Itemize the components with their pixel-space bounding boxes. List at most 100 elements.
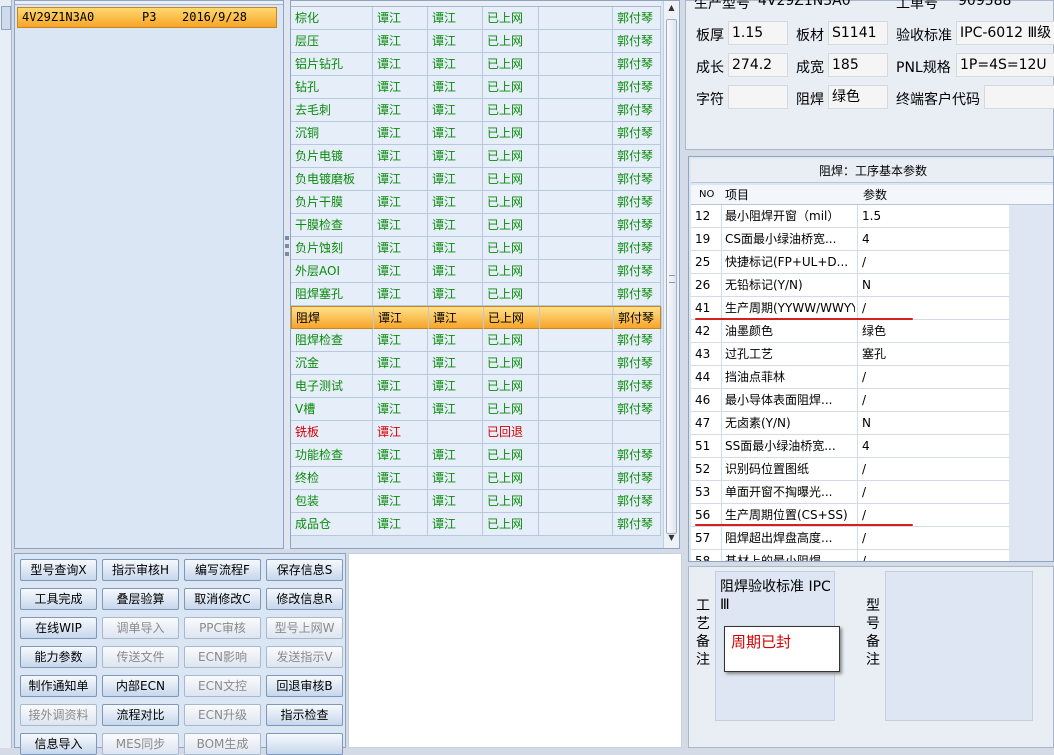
process-row[interactable]: 钻孔 谭江 谭江 已上网 郭付琴	[291, 76, 661, 99]
action-button-1[interactable]: 指示审核H	[102, 559, 179, 581]
param-row[interactable]: 43 过孔工艺 塞孔	[691, 343, 1009, 366]
action-button-25[interactable]: MES同步	[102, 733, 179, 755]
param-no: 12	[695, 209, 711, 223]
process-engineer: 谭江	[373, 237, 428, 259]
craft-notes-text: 阻焊验收标准 IPC Ⅲ	[720, 579, 831, 613]
action-button-15[interactable]: 发送指示V	[266, 646, 343, 668]
process-row[interactable]: 层压 谭江 谭江 已上网 郭付琴	[291, 30, 661, 53]
process-row[interactable]: V槽 谭江 谭江 已上网 郭付琴	[291, 398, 661, 421]
process-row[interactable]: 电子测试 谭江 谭江 已上网 郭付琴	[291, 375, 661, 398]
process-extra	[539, 99, 613, 121]
param-row[interactable]: 41 生产周期(YYWW/WWYY) /	[691, 297, 1009, 320]
process-row[interactable]: 外层AOI 谭江 谭江 已上网 郭付琴	[291, 260, 661, 283]
process-engineer: 谭江	[373, 513, 428, 535]
material-field[interactable]: S1141	[828, 21, 888, 45]
process-row[interactable]: 包装 谭江 谭江 已上网 郭付琴	[291, 490, 661, 513]
width-field[interactable]: 185	[828, 53, 888, 77]
action-button-10[interactable]: PPC审核	[184, 617, 261, 639]
length-field[interactable]: 274.2	[728, 53, 788, 77]
param-row[interactable]: 44 挡油点菲林 /	[691, 366, 1009, 389]
process-row[interactable]: 铝片钻孔 谭江 谭江 已上网 郭付琴	[291, 53, 661, 76]
process-engineer: 谭江	[373, 53, 428, 75]
action-button-21[interactable]: 流程对比	[102, 704, 179, 726]
standard-field[interactable]: IPC-6012 Ⅲ级	[956, 21, 1054, 45]
process-row[interactable]: 沉金 谭江 谭江 已上网 郭付琴	[291, 352, 661, 375]
param-row[interactable]: 47 无卤素(Y/N) N	[691, 412, 1009, 435]
process-row[interactable]: 功能检查 谭江 谭江 已上网 郭付琴	[291, 444, 661, 467]
action-button-23[interactable]: 指示检查	[266, 704, 343, 726]
action-button-3[interactable]: 保存信息S	[266, 559, 343, 581]
char-field[interactable]	[728, 85, 788, 109]
prod-model-value: 4V29Z1N3A0	[758, 0, 851, 9]
action-button-11[interactable]: 型号上网W	[266, 617, 343, 639]
param-row[interactable]: 12 最小阻焊开窗（mil） 1.5	[691, 205, 1009, 228]
param-row[interactable]: 57 阻焊超出焊盘高度... /	[691, 527, 1009, 550]
param-row[interactable]: 52 识别码位置图纸 /	[691, 458, 1009, 481]
action-button-8[interactable]: 在线WIP	[20, 617, 97, 639]
param-row[interactable]: 46 最小导体表面阻焊... /	[691, 389, 1009, 412]
process-row[interactable]: 负电镀磨板 谭江 谭江 已上网 郭付琴	[291, 168, 661, 191]
process-row[interactable]: 铣板 谭江 已回退	[291, 421, 661, 444]
process-row[interactable]: 干膜检查 谭江 谭江 已上网 郭付琴	[291, 214, 661, 237]
param-row[interactable]: 51 SS面最小绿油桥宽... 4	[691, 435, 1009, 458]
process-step: 去毛刺	[291, 99, 373, 121]
action-button-27[interactable]	[266, 733, 343, 755]
action-button-22[interactable]: ECN升级	[184, 704, 261, 726]
process-row[interactable]: 负片蚀刻 谭江 谭江 已上网 郭付琴	[291, 237, 661, 260]
action-button-20[interactable]: 接外调资料	[20, 704, 97, 726]
param-no: 42	[695, 324, 711, 338]
action-button-4[interactable]: 工具完成	[20, 588, 97, 610]
collapse-toggle-button[interactable]	[1, 6, 11, 30]
action-button-16[interactable]: 制作通知单	[20, 675, 97, 697]
action-button-12[interactable]: 能力参数	[20, 646, 97, 668]
param-row[interactable]: 25 快捷标记(FP+UL+D... /	[691, 251, 1009, 274]
action-button-9[interactable]: 调单导入	[102, 617, 179, 639]
process-owner: 郭付琴	[613, 490, 661, 512]
action-button-0[interactable]: 型号查询X	[20, 559, 97, 581]
action-button-7[interactable]: 修改信息R	[266, 588, 343, 610]
process-extra	[539, 237, 613, 259]
process-owner: 郭付琴	[613, 237, 661, 259]
process-scrollbar[interactable]: ▲ ▼	[663, 1, 679, 548]
param-row[interactable]: 53 单面开窗不掏曝光... /	[691, 481, 1009, 504]
process-row[interactable]: 终检 谭江 谭江 已上网 郭付琴	[291, 467, 661, 490]
action-button-2[interactable]: 编写流程F	[184, 559, 261, 581]
action-button-6[interactable]: 取消修改C	[184, 588, 261, 610]
process-row[interactable]: 成品仓 谭江 谭江 已上网 郭付琴	[291, 513, 661, 536]
model-notes-box[interactable]	[885, 571, 1033, 721]
action-button-24[interactable]: 信息导入	[20, 733, 97, 755]
process-row[interactable]: 阻焊 谭江 谭江 已上网 郭付琴	[291, 306, 662, 329]
process-status: 已上网	[483, 145, 539, 167]
action-button-18[interactable]: ECN文控	[184, 675, 261, 697]
action-button-5[interactable]: 叠层验算	[102, 588, 179, 610]
action-button-17[interactable]: 内部ECN	[102, 675, 179, 697]
scroll-down-arrow-icon[interactable]: ▼	[664, 533, 679, 547]
process-status: 已上网	[483, 329, 539, 351]
action-button-13[interactable]: 传送文件	[102, 646, 179, 668]
scroll-up-arrow-icon[interactable]: ▲	[664, 3, 679, 17]
mask-field[interactable]: 绿色	[828, 85, 888, 109]
pnl-field[interactable]: 1P=4S=12U	[956, 53, 1054, 77]
scroll-thumb[interactable]	[666, 19, 677, 534]
process-row[interactable]: 去毛刺 谭江 谭江 已上网 郭付琴	[291, 99, 661, 122]
process-row[interactable]: 负片电镀 谭江 谭江 已上网 郭付琴	[291, 145, 661, 168]
param-row[interactable]: 58 基材上的最小阻焊... /	[691, 550, 1009, 561]
action-button-26[interactable]: BOM生成	[184, 733, 261, 755]
param-row[interactable]: 26 无铅标记(Y/N) N	[691, 274, 1009, 297]
process-row[interactable]: 阻焊塞孔 谭江 谭江 已上网 郭付琴	[291, 283, 661, 306]
process-row[interactable]: 沉铜 谭江 谭江 已上网 郭付琴	[291, 122, 661, 145]
param-row[interactable]: 19 CS面最小绿油桥宽... 4	[691, 228, 1009, 251]
process-row[interactable]: 棕化 谭江 谭江 已上网 郭付琴	[291, 7, 661, 30]
params-head-no: NO	[699, 189, 715, 200]
process-reviewer: 谭江	[428, 283, 483, 305]
process-row[interactable]: 负片干膜 谭江 谭江 已上网 郭付琴	[291, 191, 661, 214]
action-button-19[interactable]: 回退审核B	[266, 675, 343, 697]
model-list-row[interactable]: 4V29Z1N3A0 P3 2016/9/28	[17, 7, 277, 28]
process-row[interactable]: 阻焊检查 谭江 谭江 已上网 郭付琴	[291, 329, 661, 352]
customer-field[interactable]	[984, 85, 1054, 109]
craft-notes-box[interactable]: 阻焊验收标准 IPC Ⅲ 周期已封	[715, 571, 840, 721]
length-label: 成长	[696, 60, 724, 76]
param-row[interactable]: 42 油墨颜色 绿色	[691, 320, 1009, 343]
thickness-field[interactable]: 1.15	[728, 21, 788, 45]
action-button-14[interactable]: ECN影响	[184, 646, 261, 668]
